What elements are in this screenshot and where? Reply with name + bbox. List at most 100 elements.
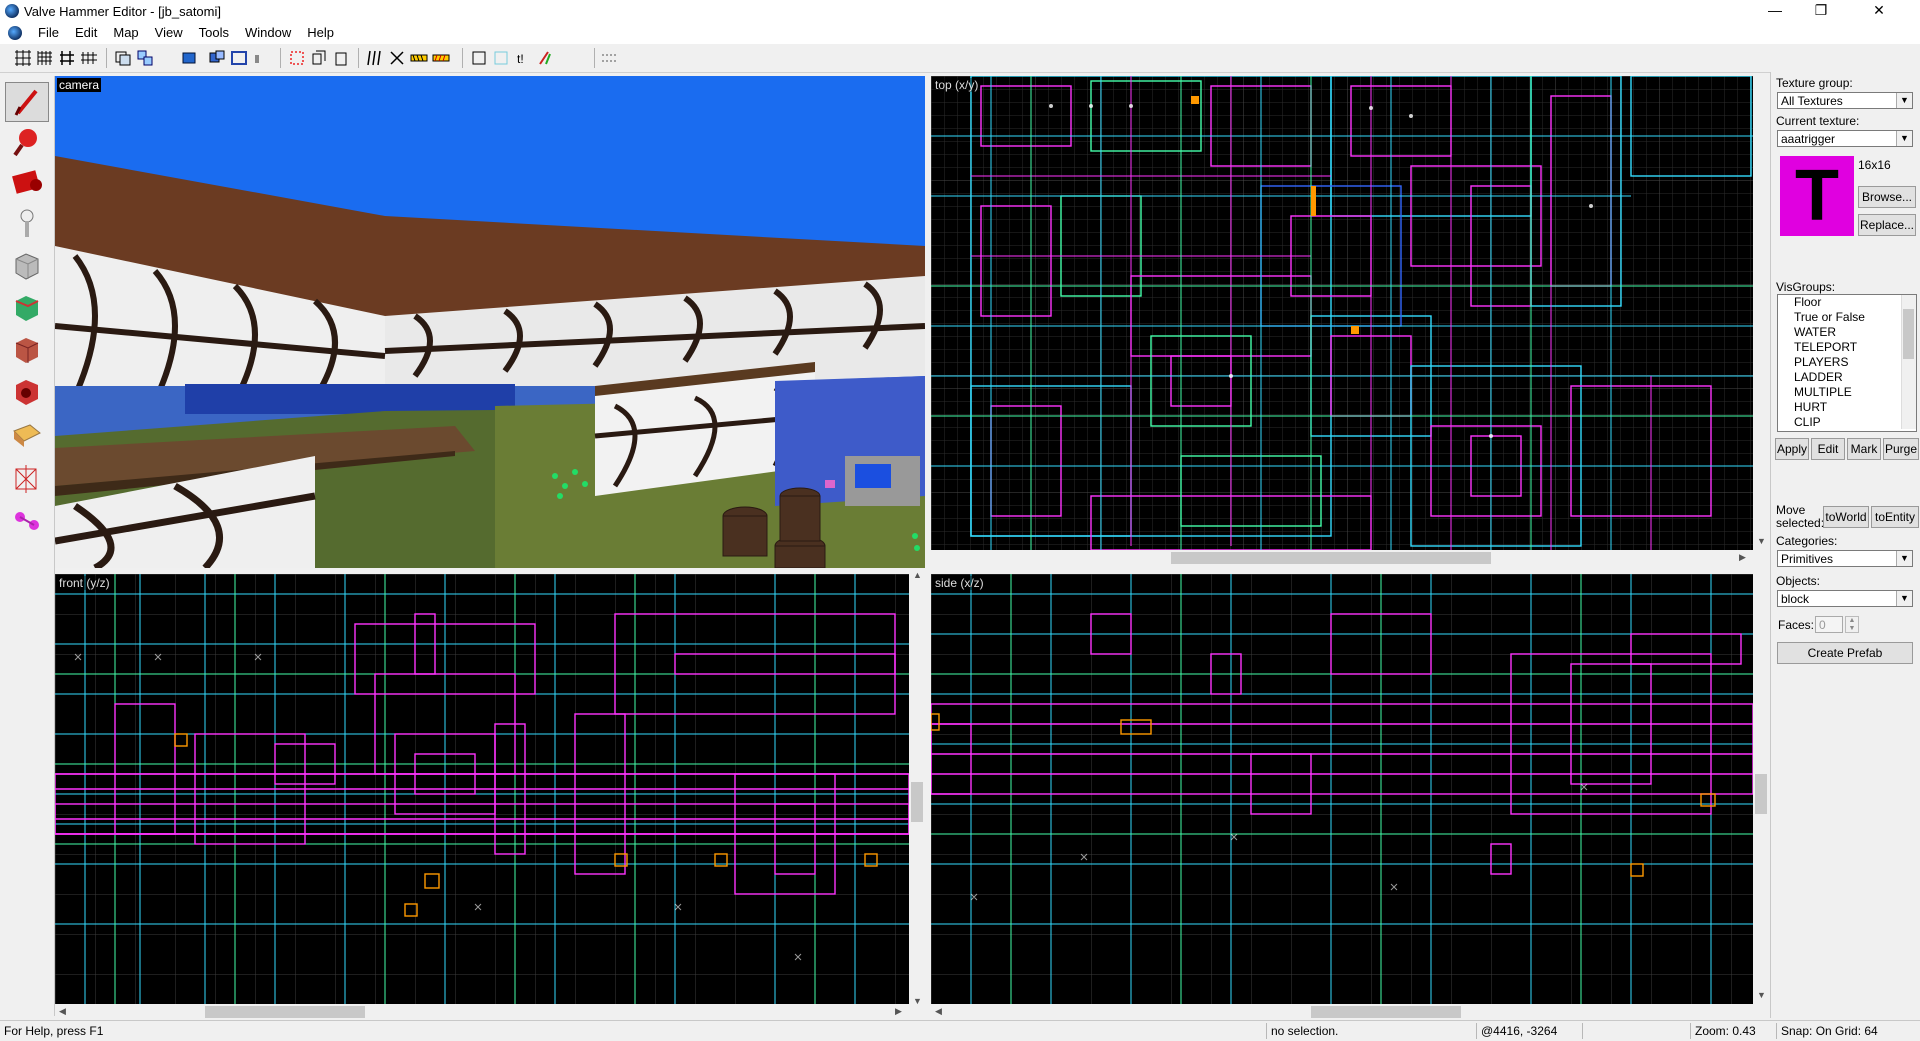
decal-tool[interactable]	[5, 372, 49, 412]
to-world-button[interactable]: toWorld	[1823, 506, 1869, 528]
visgroups-scrollbar[interactable]	[1901, 295, 1916, 429]
scroll-right-arrow-icon[interactable]: ▶	[1739, 552, 1746, 563]
browse-button[interactable]: Browse...	[1858, 186, 1916, 208]
visgroup-item[interactable]: MULTIPLE	[1778, 385, 1916, 400]
vertex-tool[interactable]	[5, 500, 49, 540]
top-viewport[interactable]: top (x/y)	[931, 76, 1753, 550]
entity-report-icon[interactable]	[492, 49, 510, 67]
grid-smaller-icon[interactable]	[36, 49, 54, 67]
current-texture-select[interactable]: aaatrigger ▼	[1777, 130, 1913, 147]
hollow-icon[interactable]	[230, 49, 248, 67]
cut-icon[interactable]	[288, 49, 306, 67]
camera-tool[interactable]	[5, 162, 49, 202]
texture-lock-icon[interactable]	[366, 49, 384, 67]
visgroup-item[interactable]: WATER	[1778, 325, 1916, 340]
chevron-down-icon[interactable]: ▼	[1896, 591, 1912, 606]
document-icon[interactable]	[8, 26, 22, 40]
maximize-button[interactable]: ❐	[1798, 0, 1844, 22]
scroll-down-arrow-icon[interactable]: ▼	[1757, 990, 1766, 1000]
select-icon[interactable]	[470, 49, 488, 67]
close-button[interactable]: ✕	[1856, 0, 1902, 22]
paste-icon[interactable]	[332, 49, 350, 67]
clipping-tool[interactable]	[5, 458, 49, 498]
copy-icon[interactable]	[310, 49, 328, 67]
overlay-tool[interactable]	[5, 416, 49, 456]
visgroup-item[interactable]: True or False	[1778, 310, 1916, 325]
load-window-state-icon[interactable]	[114, 49, 132, 67]
scroll-down-arrow-icon[interactable]: ▼	[913, 996, 922, 1006]
scroll-left-arrow-icon[interactable]: ◀	[935, 1006, 942, 1017]
clip-icon[interactable]	[252, 49, 270, 67]
toggle-3d-icon[interactable]	[410, 49, 428, 67]
visgroup-item[interactable]: PLAYERS	[1778, 355, 1916, 370]
create-prefab-button[interactable]: Create Prefab	[1777, 642, 1913, 664]
carve-icon[interactable]	[208, 49, 226, 67]
check-problems-icon[interactable]	[536, 49, 554, 67]
group-icon[interactable]	[136, 49, 154, 67]
grid-larger-icon[interactable]	[58, 49, 76, 67]
top-viewport-vscroll[interactable]: ▼	[1753, 76, 1769, 550]
grid-icon[interactable]	[14, 49, 32, 67]
side-viewport-hscroll[interactable]: ◀	[931, 1004, 1753, 1020]
run-map-icon[interactable]: t!	[514, 49, 532, 67]
faces-spinner[interactable]: ▲ ▼	[1845, 616, 1859, 633]
mark-button[interactable]: Mark	[1847, 438, 1881, 460]
tool-palette	[0, 76, 55, 1016]
visgroup-item[interactable]: LADDER	[1778, 370, 1916, 385]
objects-select[interactable]: block ▼	[1777, 590, 1913, 607]
visgroups-list[interactable]: Floor True or False WATER TELEPORT PLAYE…	[1777, 294, 1917, 432]
apply-current-texture-tool[interactable]	[5, 330, 49, 370]
front-viewport-vscroll[interactable]: ▲ ▼	[909, 568, 925, 1008]
scroll-up-arrow-icon[interactable]: ▲	[913, 570, 922, 580]
replace-button[interactable]: Replace...	[1858, 214, 1916, 236]
chevron-down-icon[interactable]: ▼	[1896, 93, 1912, 108]
texture-application-tool[interactable]	[5, 288, 49, 328]
menu-window[interactable]: Window	[237, 25, 299, 40]
scroll-left-arrow-icon[interactable]: ◀	[59, 1006, 66, 1017]
front-vscroll-thumb[interactable]	[911, 782, 923, 822]
front-viewport-hscroll[interactable]: ◀ ▶	[55, 1004, 909, 1020]
to-entity-button[interactable]: toEntity	[1871, 506, 1919, 528]
side-hscroll-thumb[interactable]	[1311, 1006, 1461, 1018]
top-viewport-hscroll[interactable]: ▶	[931, 550, 1753, 566]
purge-button[interactable]: Purge	[1883, 438, 1919, 460]
side-viewport[interactable]: side (x/z)	[931, 574, 1753, 1004]
minimize-button[interactable]: —	[1752, 0, 1798, 22]
visgroup-item[interactable]: Floor	[1778, 295, 1916, 310]
top-hscroll-thumb[interactable]	[1171, 552, 1491, 564]
faces-input[interactable]: 0	[1815, 616, 1843, 633]
block-tool[interactable]	[5, 246, 49, 286]
visgroups-scroll-thumb[interactable]	[1903, 309, 1914, 359]
entity-tool[interactable]	[5, 204, 49, 244]
texture-size: 16x16	[1858, 158, 1891, 172]
menu-help[interactable]: Help	[299, 25, 342, 40]
compile-icon[interactable]	[600, 49, 618, 67]
chevron-down-icon[interactable]: ▼	[1896, 551, 1912, 566]
camera-viewport[interactable]: camera	[55, 76, 925, 568]
menu-edit[interactable]: Edit	[67, 25, 105, 40]
hazard-icon[interactable]	[432, 49, 450, 67]
magnify-tool[interactable]	[5, 122, 49, 162]
visgroup-item[interactable]: TELEPORT	[1778, 340, 1916, 355]
menu-view[interactable]: View	[147, 25, 191, 40]
visgroup-item[interactable]: HURT	[1778, 400, 1916, 415]
categories-select[interactable]: Primitives ▼	[1777, 550, 1913, 567]
menu-file[interactable]: File	[30, 25, 67, 40]
scroll-right-arrow-icon[interactable]: ▶	[895, 1006, 902, 1017]
menu-tools[interactable]: Tools	[191, 25, 237, 40]
menu-map[interactable]: Map	[105, 25, 146, 40]
edit-button[interactable]: Edit	[1811, 438, 1845, 460]
visgroup-item[interactable]: CLIP	[1778, 415, 1916, 430]
grid-3d-icon[interactable]	[80, 49, 98, 67]
front-hscroll-thumb[interactable]	[205, 1006, 365, 1018]
front-viewport[interactable]: front (y/z)	[55, 574, 909, 1004]
texture-group-select[interactable]: All Textures ▼	[1777, 92, 1913, 109]
hide-icon[interactable]	[180, 49, 198, 67]
chevron-down-icon[interactable]: ▼	[1896, 131, 1912, 146]
texture-scale-icon[interactable]	[388, 49, 406, 67]
scroll-down-arrow-icon[interactable]: ▼	[1757, 536, 1766, 546]
selection-tool[interactable]	[5, 82, 49, 122]
apply-button[interactable]: Apply	[1775, 438, 1809, 460]
side-vscroll-thumb[interactable]	[1755, 774, 1767, 814]
side-viewport-vscroll[interactable]: ▼	[1753, 574, 1769, 1004]
